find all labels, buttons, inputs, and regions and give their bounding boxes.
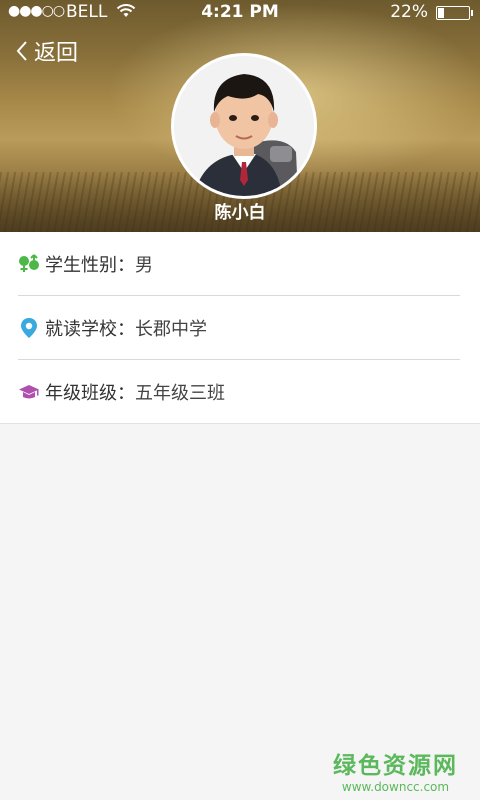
student-info-list: 学生性别 ： 男 就读学校 ： 长郡中学 年级班级 ： 五年级三班 [0,232,480,424]
watermark-url: www.downcc.com [341,780,450,794]
school-value: 长郡中学 [135,318,207,340]
gender-separator: ： [117,254,135,276]
class-label: 年级班级 [45,382,117,404]
info-row-gender: 学生性别 ： 男 [18,232,460,295]
location-pin-icon [18,317,40,339]
avatar [171,53,317,199]
info-row-school: 就读学校 ： 长郡中学 [18,295,460,359]
class-value: 五年级三班 [135,382,225,404]
school-separator: ： [117,318,135,340]
profile-header: ●●●○○ BELL 4:21 PM 22% 返回 陈小白 [0,0,480,232]
info-row-class: 年级班级 ： 五年级三班 [18,359,460,423]
class-separator: ： [117,382,135,404]
chevron-left-icon [16,41,27,61]
gender-icon [18,253,40,275]
battery-percent: 22% [390,2,428,22]
status-bar: ●●●○○ BELL 4:21 PM 22% [0,0,480,26]
graduation-cap-icon [18,381,40,403]
gender-label: 学生性别 [45,254,117,276]
student-photo [174,56,314,196]
student-name: 陈小白 [214,203,266,223]
watermark: 绿色资源网 www.downcc.com [333,746,458,794]
gender-value: 男 [135,254,153,276]
back-button[interactable]: 返回 [16,36,78,66]
battery-icon [436,6,473,20]
back-label: 返回 [34,41,79,66]
watermark-title: 绿色资源网 [333,753,458,779]
school-label: 就读学校 [45,318,117,340]
